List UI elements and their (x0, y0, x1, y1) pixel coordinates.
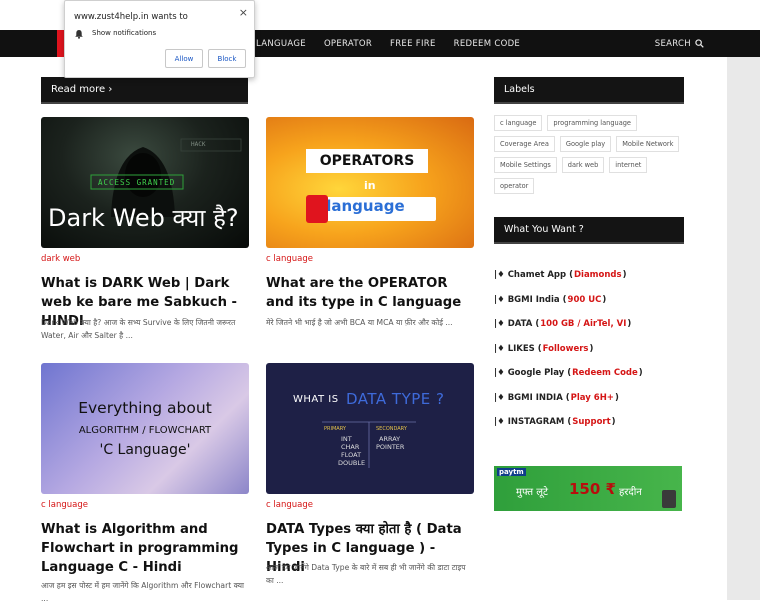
readmore-header[interactable]: Read more › (41, 77, 248, 104)
paytm-promo-banner[interactable]: paytm मुफ्त लूटे 150 ₹ हरदीन (494, 466, 682, 511)
post-excerpt: आज हम जानेंगे Data Type के बारे में सब ह… (266, 563, 466, 585)
scrollbar-track[interactable] (727, 57, 760, 600)
nav-item-operator[interactable]: OPERATOR (324, 39, 372, 49)
arrow-bullet-icon: |♦ (494, 343, 508, 354)
thumbnail-small-text: HACK (191, 141, 206, 148)
want-item[interactable]: |♦ LIKES (Followers) (494, 337, 694, 362)
want-item-highlight: Redeem Code (572, 368, 638, 379)
popup-message: Show notifications (92, 29, 157, 37)
label-chip[interactable]: Coverage Area (494, 136, 555, 152)
label-chip[interactable]: Google play (559, 136, 612, 152)
what-you-want-list: |♦ Chamet App (Diamonds) |♦ BGMI India (… (494, 263, 694, 435)
thumbnail-prim-double: DOUBLE (338, 459, 366, 467)
what-you-want-header: What You Want ? (494, 217, 684, 244)
want-item[interactable]: |♦ Google Play (Redeem Code) (494, 361, 694, 386)
post-category[interactable]: c language (266, 500, 313, 510)
want-item-name: DATA (507, 319, 533, 330)
thumbnail-c-badge (306, 195, 328, 223)
label-chip[interactable]: dark web (561, 157, 605, 173)
want-item-highlight: Followers (542, 343, 589, 354)
thumbnail-primary: PRIMARY (324, 426, 346, 432)
search-icon (695, 39, 704, 48)
want-item-highlight: 900 UC (567, 294, 602, 305)
want-item[interactable]: |♦ Chamet App (Diamonds) (494, 263, 694, 288)
want-item-name: BGMI INDIA (507, 392, 563, 403)
want-item-name: Chamet App (507, 270, 567, 281)
post-excerpt: Dark Web क्या है? आज के सभ्य Survive के … (41, 318, 236, 340)
nav-menu: LANGUAGE OPERATOR FREE FIRE REDEEM CODE (256, 30, 538, 57)
paytm-logo: paytm (497, 468, 526, 476)
thumbnail-sub-text: ACCESS GRANTED (98, 178, 176, 187)
want-item-highlight: Play 6H+ (570, 392, 614, 403)
thumbnail-title-text: Dark Web क्या है? (48, 204, 239, 232)
thumbnail-line1: Everything about (78, 399, 212, 417)
thumbnail-title-text: OPERATORS (306, 149, 428, 173)
search-button[interactable]: SEARCH (655, 30, 704, 57)
data-type-tree-graphic (322, 421, 416, 468)
post-thumbnail-dark-web[interactable]: HACK ACCESS GRANTED Dark Web क्या है? (41, 117, 249, 248)
thumbnail-prim-int: INT (341, 435, 352, 443)
thumbnail-prim-char: CHAR (341, 443, 360, 451)
thumbnail-sec-pointer: POINTER (376, 443, 405, 451)
post-excerpt: मेरे जितने भी भाई है जो अभी BCA या MCA य… (266, 318, 453, 327)
want-item-highlight: Diamonds (573, 270, 622, 281)
arrow-bullet-icon: |♦ (494, 368, 508, 379)
post-excerpt: आज हम इस पोस्ट में हम जानेंगे कि Algorit… (41, 581, 245, 603)
post-title[interactable]: What are the OPERATOR and its type in C … (266, 274, 476, 312)
notification-permission-popup: www.zust4help.in wants to × Show notific… (64, 0, 255, 78)
banner-amount: 150 ₹ (569, 480, 616, 498)
want-item-highlight: Support (572, 417, 611, 428)
thumbnail-sec-array: ARRAY (379, 435, 401, 443)
search-label: SEARCH (654, 38, 691, 49)
arrow-bullet-icon: |♦ (494, 270, 508, 281)
nav-item-language[interactable]: LANGUAGE (256, 39, 306, 49)
label-chip[interactable]: Mobile Network (616, 136, 680, 152)
banner-text-a: मुफ्त लूटे (516, 487, 549, 498)
thumbnail-prim-float: FLOAT (341, 451, 362, 459)
popup-title: www.zust4help.in wants to (74, 12, 188, 22)
labels-cloud: c language programming language Coverage… (494, 115, 690, 199)
label-chip[interactable]: programming language (547, 115, 637, 131)
want-item-name: BGMI India (507, 294, 560, 305)
phone-icon (662, 490, 676, 508)
arrow-bullet-icon: |♦ (494, 294, 508, 305)
arrow-bullet-icon: |♦ (494, 319, 508, 330)
want-item-name: LIKES (507, 343, 535, 354)
bell-icon (75, 30, 83, 39)
want-item[interactable]: |♦ INSTAGRAM (Support) (494, 410, 694, 435)
want-item-name: Google Play (507, 368, 565, 379)
label-chip[interactable]: c language (494, 115, 543, 131)
nav-item-free-fire[interactable]: FREE FIRE (390, 39, 436, 49)
want-item-name: INSTAGRAM (507, 417, 565, 428)
want-item-highlight: 100 GB / AirTel, VI (540, 319, 627, 330)
label-chip[interactable]: Mobile Settings (494, 157, 557, 173)
label-chip[interactable]: internet (609, 157, 648, 173)
thumbnail-secondary: SECONDARY (376, 426, 407, 432)
arrow-bullet-icon: |♦ (494, 417, 508, 428)
post-category[interactable]: dark web (41, 254, 80, 264)
nav-item-redeem-code[interactable]: REDEEM CODE (454, 39, 520, 49)
what-you-want-heading: What You Want ? (504, 224, 584, 235)
thumbnail-line3: 'C Language' (99, 442, 191, 458)
arrow-bullet-icon: |♦ (494, 392, 508, 403)
post-thumbnail-data-types[interactable]: WHAT IS DATA TYPE ? PRIMARY SECONDARY IN… (266, 363, 474, 494)
allow-button[interactable]: Allow (165, 49, 203, 68)
want-item[interactable]: |♦ BGMI India (900 UC) (494, 288, 694, 313)
post-thumbnail-operators[interactable]: OPERATORS in C language (266, 117, 474, 248)
banner-text-b: हरदीन (619, 487, 642, 498)
block-button[interactable]: Block (208, 49, 246, 68)
labels-heading: Labels (504, 84, 535, 95)
labels-header: Labels (494, 77, 684, 104)
readmore-label: Read more › (51, 84, 113, 95)
post-thumbnail-algorithm[interactable]: Everything about ALGORITHM / FLOWCHART '… (41, 363, 249, 494)
post-category[interactable]: c language (41, 500, 88, 510)
close-icon[interactable]: × (239, 6, 248, 19)
label-chip[interactable]: operator (494, 178, 535, 194)
thumbnail-in-text: in (364, 179, 376, 192)
want-item[interactable]: |♦ DATA (100 GB / AirTel, VI) (494, 312, 694, 337)
post-title[interactable]: What is Algorithm and Flowchart in progr… (41, 520, 251, 577)
want-item[interactable]: |♦ BGMI INDIA (Play 6H+) (494, 386, 694, 411)
thumbnail-line2: ALGORITHM / FLOWCHART (78, 425, 212, 436)
post-category[interactable]: c language (266, 254, 313, 264)
